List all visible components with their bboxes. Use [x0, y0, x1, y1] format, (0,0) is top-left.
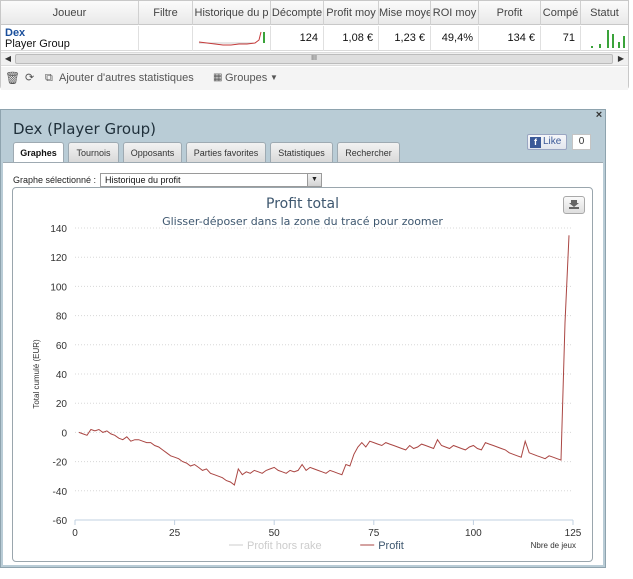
- tab-parties-favorites[interactable]: Parties favorites: [186, 142, 266, 163]
- y-tick-label: 120: [50, 253, 67, 264]
- y-tick-label: 20: [56, 399, 68, 410]
- legend-label-0: Profit hors rake: [247, 540, 322, 552]
- x-tick-label: 50: [269, 528, 281, 539]
- y-tick-label: 60: [56, 341, 68, 352]
- refresh-icon[interactable]: ⟳: [25, 71, 34, 85]
- x-axis-title: Nbre de jeux: [531, 541, 576, 550]
- chart-select-label: Graphe sélectionné :: [13, 175, 97, 185]
- chevron-down-icon[interactable]: ▼: [270, 71, 278, 85]
- avg-stake-cell: 1,23 €: [379, 26, 431, 51]
- column-header-competitions[interactable]: Compé: [541, 1, 581, 25]
- tab-statistiques[interactable]: Statistiques: [270, 142, 333, 163]
- tab-tournois[interactable]: Tournois: [68, 142, 119, 163]
- column-header-profit[interactable]: Profit: [479, 1, 541, 25]
- dropdown-arrow-icon[interactable]: ▼: [307, 174, 321, 186]
- dialog-body: Graphe sélectionné : Historique du profi…: [3, 162, 603, 565]
- column-header-avg-stake[interactable]: Mise moye: [379, 1, 431, 25]
- avg-roi-cell: 49,4%: [431, 26, 479, 51]
- y-tick-label: 40: [56, 370, 68, 381]
- tab-graphes[interactable]: Graphes: [13, 142, 64, 164]
- scroll-right-icon[interactable]: ▶: [614, 53, 628, 65]
- column-header-count[interactable]: Décompte: [271, 1, 324, 25]
- stats-grid: Joueur Filtre Historique du p Décompte P…: [0, 0, 629, 90]
- filter-cell: [139, 26, 193, 51]
- y-axis-title: Total cumulé (EUR): [32, 339, 41, 409]
- y-tick-label: -20: [53, 458, 68, 469]
- groups-icon[interactable]: ▦: [213, 71, 222, 85]
- column-header-avg-roi[interactable]: ROI moy: [431, 1, 479, 25]
- grid-toolbar: 🗑 ⟳ ⧉ Ajouter d'autres statistiques ▦ Gr…: [1, 67, 628, 90]
- avg-profit-cell: 1,08 €: [324, 26, 379, 51]
- horizontal-scrollbar[interactable]: ◀ III ▶: [1, 52, 628, 66]
- like-button[interactable]: f Like: [527, 134, 567, 150]
- chart-select[interactable]: Historique du profit ▼: [100, 173, 322, 187]
- player-group: Player Group: [5, 38, 70, 50]
- player-dialog: Dex (Player Group) f Like 0 Graphes Tourn…: [0, 109, 606, 568]
- y-tick-label: 80: [56, 312, 68, 323]
- column-header-filter[interactable]: Filtre: [139, 1, 193, 25]
- sparkline-chart: [198, 31, 265, 46]
- add-stats-button[interactable]: Ajouter d'autres statistiques: [59, 71, 194, 85]
- column-header-status[interactable]: Statut: [581, 1, 628, 25]
- like-label: Like: [543, 136, 562, 147]
- x-tick-label: 125: [565, 528, 582, 539]
- profit-line-chart[interactable]: -60 -40 -20 0 20 40 60 80 100 120 140 0 25 50 75 100 125…: [13, 188, 594, 563]
- y-tick-label: 100: [50, 282, 67, 293]
- grid-header: Joueur Filtre Historique du p Décompte P…: [1, 1, 628, 25]
- legend-label-1: Profit: [378, 540, 404, 552]
- column-header-avg-profit[interactable]: Profit moy: [324, 1, 379, 25]
- history-sparkline: [193, 26, 271, 51]
- x-tick-label: 25: [169, 528, 181, 539]
- profit-chart-panel[interactable]: Profit total Glisser-déposer dans la zon…: [12, 187, 593, 562]
- x-tick-label: 0: [72, 528, 78, 539]
- add-stats-icon[interactable]: ⧉: [45, 71, 53, 85]
- y-tick-label: -40: [53, 487, 68, 498]
- x-tick-label: 75: [368, 528, 380, 539]
- column-header-player[interactable]: Joueur: [1, 1, 139, 25]
- x-tick-label: 100: [465, 528, 482, 539]
- dialog-title: Dex (Player Group): [13, 120, 156, 138]
- facebook-icon: f: [530, 137, 541, 148]
- trash-icon[interactable]: 🗑: [5, 71, 20, 85]
- player-cell[interactable]: Dex Player Group: [1, 26, 139, 51]
- y-tick-label: 140: [50, 224, 67, 235]
- like-count: 0: [572, 134, 591, 150]
- groups-button[interactable]: Groupes: [225, 71, 267, 85]
- y-tick-label: 0: [61, 428, 67, 439]
- status-sparkline: [581, 26, 628, 51]
- scroll-left-icon[interactable]: ◀: [1, 53, 15, 65]
- competitions-cell: 71: [541, 26, 581, 51]
- y-tick-label: -60: [53, 516, 68, 527]
- tab-opposants[interactable]: Opposants: [123, 142, 182, 163]
- tab-rechercher[interactable]: Rechercher: [337, 142, 400, 163]
- count-cell: 124: [271, 26, 324, 51]
- profit-cell: 134 €: [479, 26, 541, 51]
- scrollbar-thumb[interactable]: III: [15, 54, 613, 64]
- series-line-1: [78, 235, 570, 486]
- status-bars: [591, 30, 625, 48]
- table-row[interactable]: Dex Player Group 124 1,08 € 1,23 € 49,4%…: [1, 26, 628, 51]
- chart-select-value: Historique du profit: [105, 175, 181, 185]
- column-header-history[interactable]: Historique du p: [193, 1, 271, 25]
- close-icon[interactable]: ×: [594, 110, 604, 121]
